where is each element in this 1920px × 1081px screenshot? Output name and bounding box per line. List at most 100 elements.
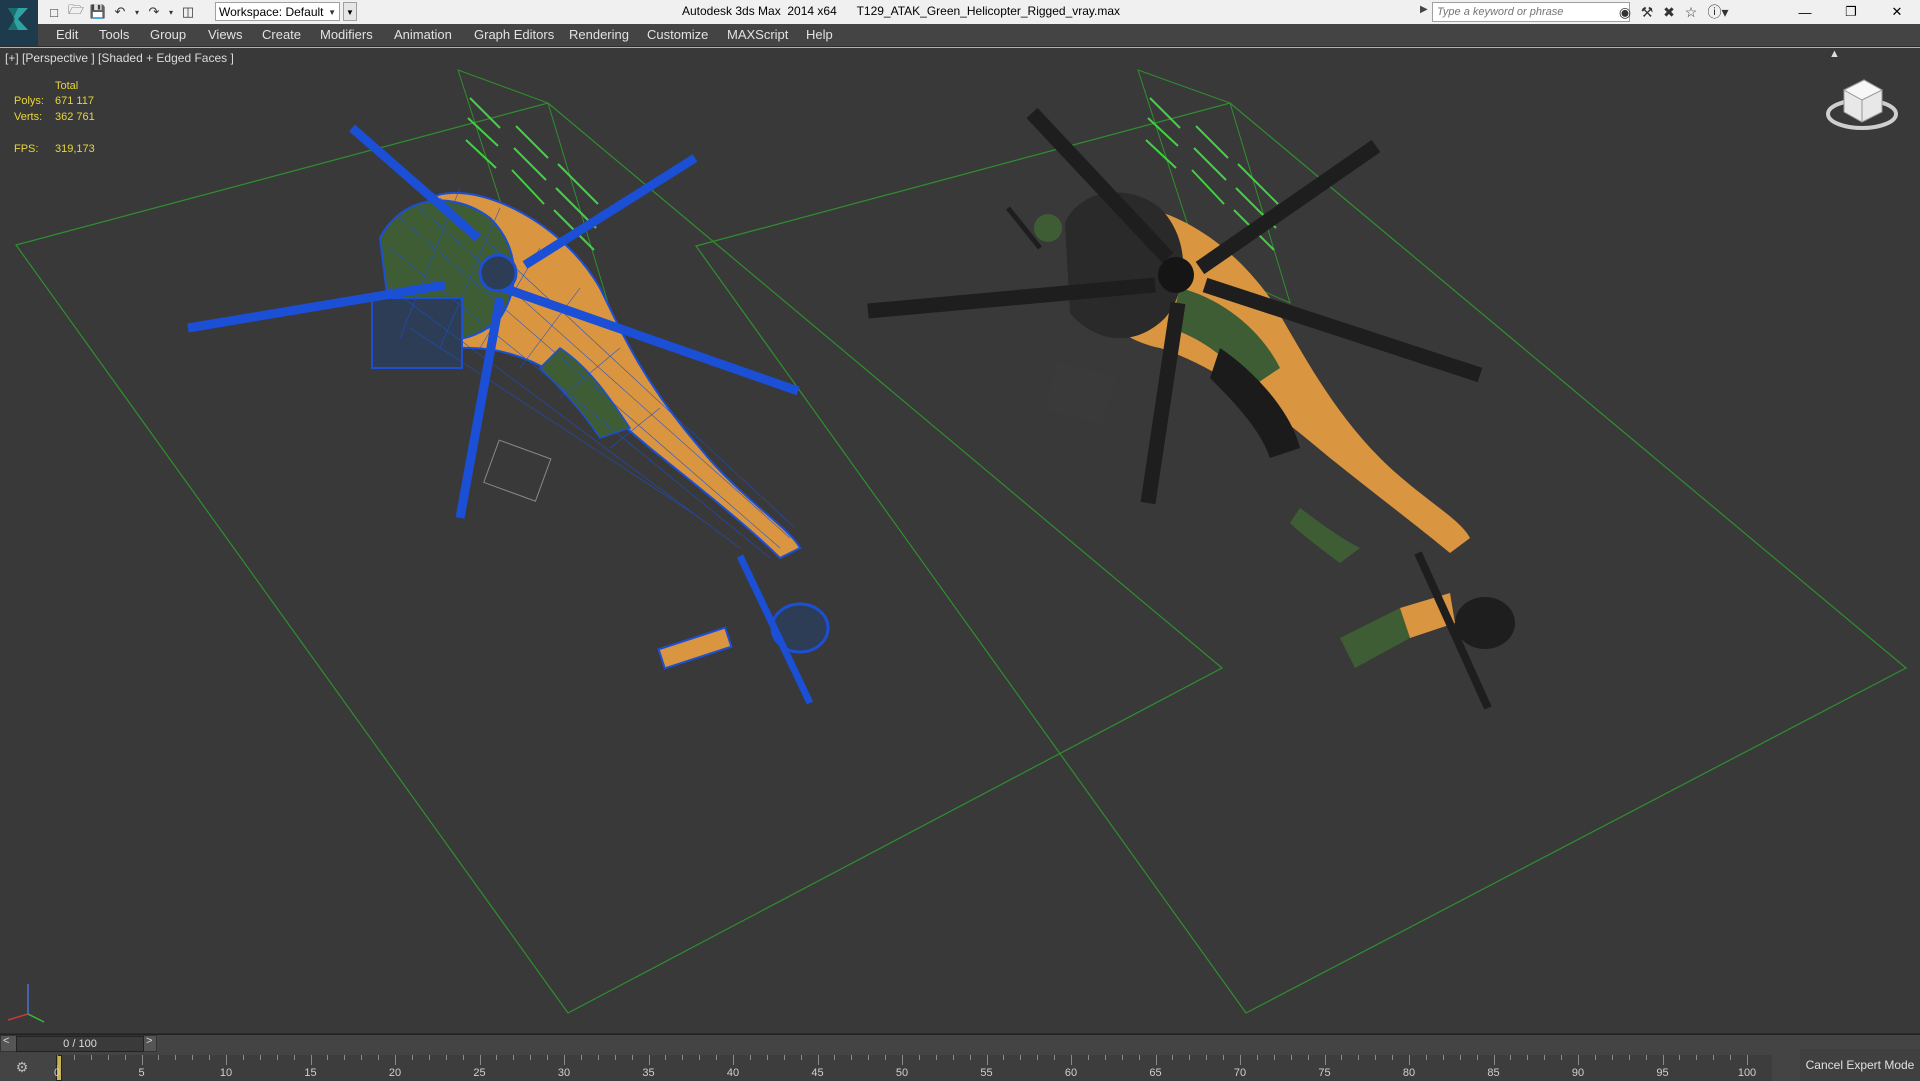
binoculars-icon[interactable]: ◉ xyxy=(1614,2,1636,22)
ruler-tick xyxy=(276,1055,278,1060)
polys-label: Polys: xyxy=(14,95,44,107)
undo-dropdown-icon[interactable]: ▾ xyxy=(132,3,142,21)
workspace-dropdown[interactable]: Workspace: Default ▼ xyxy=(215,2,340,21)
ruler-tick xyxy=(597,1055,599,1060)
subscription-icon[interactable]: ⚒ xyxy=(1636,2,1658,22)
file-name: T129_ATAK_Green_Helicopter_Rigged_vray.m… xyxy=(856,4,1121,18)
ruler-tick xyxy=(1628,1055,1630,1060)
restore-icon[interactable]: ❐ xyxy=(1828,0,1874,24)
ruler-tick xyxy=(158,1055,160,1060)
ruler-tick xyxy=(1493,1055,1495,1065)
menu-customize[interactable]: Customize xyxy=(647,27,708,42)
ruler-tick xyxy=(1037,1055,1039,1060)
ruler-tick xyxy=(969,1055,971,1060)
favorites-star-icon[interactable]: ☆ xyxy=(1680,2,1702,22)
menu-modifiers[interactable]: Modifiers xyxy=(320,27,373,42)
key-filters-icon[interactable]: ⚙ xyxy=(8,1057,36,1077)
search-expand-icon[interactable]: ▶ xyxy=(1420,4,1428,15)
minimize-icon[interactable]: — xyxy=(1782,0,1828,24)
ruler-tick xyxy=(902,1055,903,1065)
title-bar: □ 🗁 💾 ↶ ▾ ↷ ▾ ◫ Workspace: Default ▼ ▼ A… xyxy=(0,0,1920,25)
lock-icon[interactable]: ▲ xyxy=(1829,48,1840,60)
ruler-tick-label: 85 xyxy=(1487,1067,1500,1079)
window-title: Autodesk 3ds Max 2014 x64 T129_ATAK_Gree… xyxy=(682,4,1120,18)
search-input[interactable] xyxy=(1432,2,1630,22)
ruler-tick xyxy=(834,1055,836,1060)
time-slider-prev-button[interactable]: < xyxy=(3,1035,9,1047)
ruler-tick xyxy=(378,1055,380,1060)
exchange-icon[interactable]: ✖ xyxy=(1658,2,1680,22)
open-file-icon[interactable]: 🗁 xyxy=(66,2,86,21)
ruler-tick xyxy=(1189,1055,1191,1060)
menu-maxscript[interactable]: MAXScript xyxy=(727,27,788,42)
ruler-tick xyxy=(1155,1055,1157,1065)
project-folder-icon[interactable]: ◫ xyxy=(178,3,198,21)
ruler-tick xyxy=(1476,1055,1478,1060)
verts-label: Verts: xyxy=(14,111,43,123)
help-icon[interactable]: ⓘ▾ xyxy=(1702,2,1734,22)
perspective-viewport[interactable]: [+] [Perspective ] [Shaded + Edged Faces… xyxy=(0,47,1920,1033)
cancel-expert-mode-button[interactable]: Cancel Expert Mode xyxy=(1800,1049,1920,1081)
quick-access-customize-button[interactable]: ▼ xyxy=(343,2,357,21)
menu-create[interactable]: Create xyxy=(262,27,301,42)
ruler-tick xyxy=(1611,1055,1613,1060)
ruler-tick xyxy=(1510,1055,1512,1060)
time-slider-next-button[interactable]: > xyxy=(146,1035,152,1047)
ruler-tick xyxy=(868,1055,870,1060)
menu-help[interactable]: Help xyxy=(806,27,833,42)
time-slider-thumb[interactable]: 0 / 100 xyxy=(16,1036,144,1052)
ruler-tick xyxy=(124,1055,126,1060)
chevron-down-icon: ▼ xyxy=(328,8,336,17)
axis-tripod-icon xyxy=(7,984,45,1023)
ruler-tick xyxy=(1747,1055,1748,1065)
ruler-tick xyxy=(1172,1055,1174,1060)
menu-rendering[interactable]: Rendering xyxy=(569,27,629,42)
ruler-tick xyxy=(175,1055,177,1060)
scene-render xyxy=(15,69,1908,1014)
ruler-tick xyxy=(885,1055,887,1060)
ruler-tick xyxy=(310,1055,312,1065)
track-bar[interactable]: 0 5 10 15 20 25 30 35 40 45 50 55 60 65 70 75 80 85 90 95 10… xyxy=(54,1055,1772,1081)
redo-icon[interactable]: ↷ xyxy=(144,3,164,21)
undo-icon[interactable]: ↶ xyxy=(110,3,130,21)
ruler-tick xyxy=(580,1055,582,1060)
ruler-tick xyxy=(614,1055,616,1060)
redo-dropdown-icon[interactable]: ▾ xyxy=(166,3,176,21)
ruler-tick xyxy=(1544,1055,1546,1060)
ruler-tick xyxy=(1138,1055,1140,1060)
ruler-tick xyxy=(1290,1055,1292,1060)
time-slider[interactable]: < 0 / 100 > xyxy=(0,1035,157,1052)
ruler-tick xyxy=(411,1055,413,1060)
ruler-tick xyxy=(1442,1055,1444,1060)
ruler-tick xyxy=(1425,1055,1427,1060)
menu-graph-editors[interactable]: Graph Editors xyxy=(474,27,554,42)
save-icon[interactable]: 💾 xyxy=(88,3,108,21)
ruler-tick xyxy=(648,1055,650,1065)
viewport-label[interactable]: [+] [Perspective ] [Shaded + Edged Faces… xyxy=(5,51,234,65)
menu-animation[interactable]: Animation xyxy=(394,27,452,42)
new-file-icon[interactable]: □ xyxy=(44,3,64,21)
ruler-tick xyxy=(1324,1055,1326,1065)
menu-tools[interactable]: Tools xyxy=(99,27,129,42)
ruler-tick xyxy=(564,1055,565,1065)
ruler-tick-label: 50 xyxy=(895,1067,909,1079)
ruler-tick xyxy=(1459,1055,1461,1060)
menu-edit[interactable]: Edit xyxy=(56,27,78,42)
viewcube-icon[interactable] xyxy=(1824,68,1900,144)
ruler-tick xyxy=(1713,1055,1715,1060)
ruler-tick-label: 55 xyxy=(980,1067,993,1079)
ruler-tick-label: 5 xyxy=(138,1067,145,1079)
menu-views[interactable]: Views xyxy=(208,27,242,42)
app-title: Autodesk 3ds Max 2014 x64 xyxy=(682,4,837,18)
ruler-tick-label: 15 xyxy=(304,1067,317,1079)
ruler-tick xyxy=(462,1055,464,1060)
menu-group[interactable]: Group xyxy=(150,27,186,42)
ruler-tick xyxy=(141,1055,143,1065)
ruler-tick xyxy=(496,1055,498,1060)
ruler-tick xyxy=(817,1055,819,1065)
close-icon[interactable]: ✕ xyxy=(1874,0,1920,24)
ruler-tick xyxy=(935,1055,937,1060)
ruler-tick-label: 70 xyxy=(1233,1067,1247,1079)
ruler-tick xyxy=(1341,1055,1343,1060)
application-button[interactable] xyxy=(0,0,38,46)
